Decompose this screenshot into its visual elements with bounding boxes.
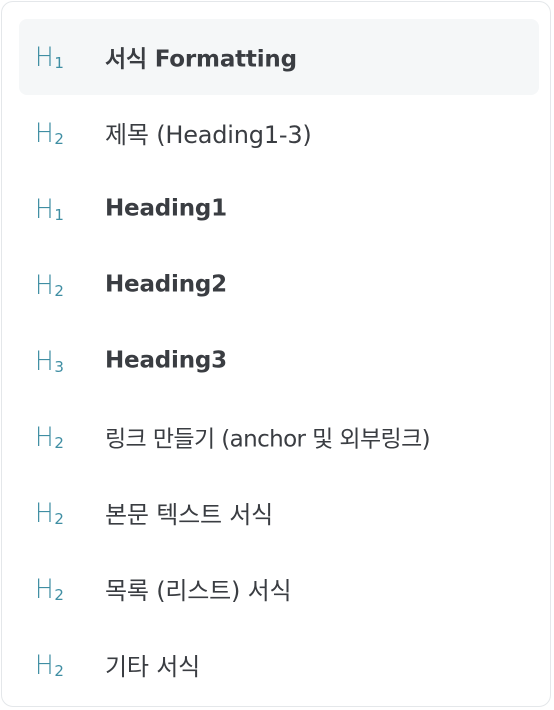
toc-item-label: 제목 (Heading1-3) [105, 120, 312, 149]
toc-item-label: Heading3 [105, 347, 227, 374]
toc-item-heading3[interactable]: H3 Heading3 [19, 323, 539, 399]
heading-2-icon: H2 [35, 498, 64, 529]
toc-list: H1 서식 Formatting H2 제목 (Heading1-3) H1 H… [19, 19, 539, 703]
heading-3-icon: H3 [35, 346, 64, 377]
toc-item-label: 링크 만들기 (anchor 및 외부링크) [105, 426, 431, 453]
toc-item-label: 목록 (리스트) 서식 [105, 576, 292, 605]
toc-item-label: 서식 Formatting [105, 46, 297, 73]
toc-item-label: 기타 서식 [105, 652, 200, 681]
toc-item-misc[interactable]: H2 기타 서식 [19, 627, 539, 703]
heading-2-icon: H2 [35, 574, 64, 605]
toc-panel: H1 서식 Formatting H2 제목 (Heading1-3) H1 H… [1, 1, 551, 707]
heading-2-icon: H2 [35, 270, 64, 301]
toc-item-label: Heading2 [105, 271, 227, 298]
toc-item-heading2[interactable]: H2 Heading2 [19, 247, 539, 323]
toc-item-body-text[interactable]: H2 본문 텍스트 서식 [19, 475, 539, 551]
toc-item-heading1[interactable]: H1 Heading1 [19, 171, 539, 247]
toc-item-links[interactable]: H2 링크 만들기 (anchor 및 외부링크) [19, 399, 539, 475]
toc-item-label: 본문 텍스트 서식 [105, 500, 274, 529]
toc-item-headings[interactable]: H2 제목 (Heading1-3) [19, 95, 539, 171]
heading-2-icon: H2 [35, 422, 64, 453]
heading-1-icon: H1 [35, 194, 64, 225]
heading-1-icon: H1 [35, 42, 64, 73]
toc-item-lists[interactable]: H2 목록 (리스트) 서식 [19, 551, 539, 627]
toc-item-label: Heading1 [105, 195, 227, 222]
toc-item-formatting[interactable]: H1 서식 Formatting [19, 19, 539, 95]
heading-2-icon: H2 [35, 650, 64, 681]
heading-2-icon: H2 [35, 118, 64, 149]
